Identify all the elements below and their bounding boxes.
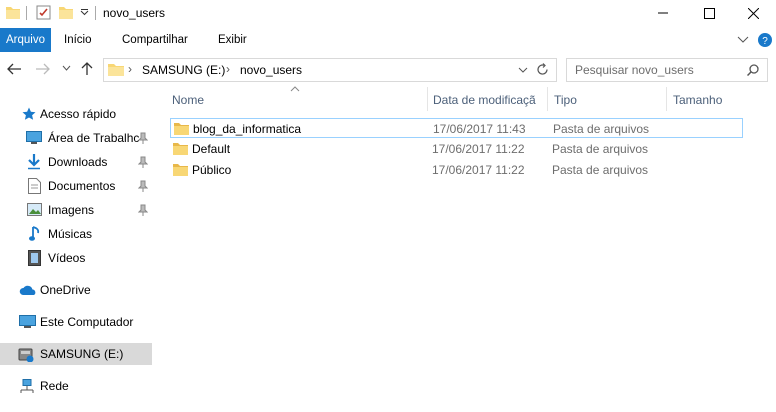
file-name: Default (192, 142, 231, 156)
column-header-data[interactable]: Data de modificaçã (433, 93, 545, 107)
sidebar-item-samsung-drive[interactable]: SAMSUNG (E:) (0, 343, 152, 365)
window-title: novo_users (103, 6, 166, 20)
properties-icon[interactable] (36, 5, 51, 20)
tab-arquivo[interactable]: Arquivo (0, 28, 51, 52)
close-button[interactable] (730, 0, 776, 26)
pin-icon[interactable] (138, 156, 148, 168)
sidebar-item-label: Área de Trabalhc (48, 131, 140, 145)
navigation-bar: › SAMSUNG (E:) › novo_users Pesquisar no… (0, 55, 776, 85)
network-icon (20, 379, 34, 393)
onedrive-icon (19, 285, 36, 295)
sidebar-item-area-de-trabalho[interactable]: Área de Trabalhc (0, 127, 152, 149)
expand-ribbon-icon[interactable] (737, 35, 749, 45)
sidebar-item-este-computador[interactable]: Este Computador (0, 311, 152, 333)
file-date: 17/06/2017 11:43 (433, 122, 526, 136)
sidebar-item-label: Músicas (48, 227, 93, 241)
sidebar-item-label: Vídeos (48, 251, 86, 265)
search-icon[interactable] (747, 64, 759, 76)
sidebar-item-label: Acesso rápido (40, 107, 117, 121)
minimize-button[interactable] (640, 0, 686, 26)
column-divider[interactable] (547, 87, 548, 111)
sidebar-item-label: Imagens (48, 203, 95, 217)
minimize-icon (658, 12, 668, 14)
tab-compartilhar[interactable]: Compartilhar (116, 28, 194, 52)
sidebar-item-imagens[interactable]: Imagens (0, 199, 152, 221)
star-icon (22, 107, 36, 120)
download-icon (28, 154, 40, 170)
computer-icon (19, 315, 36, 328)
sidebar-item-onedrive[interactable]: OneDrive (0, 279, 152, 301)
refresh-icon[interactable] (536, 63, 549, 76)
sidebar-item-acesso-rapido[interactable]: Acesso rápido (0, 103, 152, 125)
file-type: Pasta de arquivos (552, 142, 649, 156)
close-icon (747, 7, 759, 19)
sidebar-item-rede[interactable]: Rede (0, 375, 152, 397)
help-icon[interactable]: ? (757, 32, 773, 48)
pin-icon[interactable] (138, 204, 148, 216)
file-row-publico[interactable]: Público 17/06/2017 11:22 Pasta de arquiv… (170, 160, 743, 180)
address-bar[interactable]: › SAMSUNG (E:) › novo_users (103, 58, 557, 82)
sidebar-item-label: SAMSUNG (E:) (40, 347, 124, 361)
navigation-pane: Acesso rápido Área de Trabalhc Downloads… (0, 95, 152, 412)
sidebar-item-musicas[interactable]: Músicas (0, 223, 152, 245)
sidebar-item-downloads[interactable]: Downloads (0, 151, 152, 173)
sidebar-item-documentos[interactable]: Documentos (0, 175, 152, 197)
pin-icon[interactable] (138, 132, 148, 144)
back-arrow-icon[interactable] (6, 62, 22, 76)
tab-exibir[interactable]: Exibir (212, 28, 253, 52)
folder-icon[interactable] (6, 6, 20, 19)
breadcrumb-separator: › (226, 62, 230, 76)
folder-icon (173, 143, 188, 155)
videos-icon (28, 250, 41, 266)
pictures-icon (27, 203, 42, 216)
breadcrumb-folder[interactable]: novo_users (240, 63, 302, 77)
breadcrumb-drive[interactable]: SAMSUNG (E:) (142, 63, 225, 77)
search-input[interactable]: Pesquisar novo_users (575, 63, 694, 77)
documents-icon (28, 178, 41, 194)
svg-text:?: ? (762, 36, 768, 47)
column-header-tipo[interactable]: Tipo (554, 93, 577, 107)
up-arrow-icon[interactable] (80, 61, 94, 76)
breadcrumb-separator: › (128, 62, 132, 76)
folder-icon (108, 64, 124, 76)
tab-inicio[interactable]: Início (58, 28, 98, 52)
chevron-down-icon[interactable] (80, 9, 89, 17)
folder-icon (174, 123, 189, 135)
drive-icon (18, 348, 34, 362)
title-bar: novo_users (0, 0, 776, 26)
file-type: Pasta de arquivos (553, 122, 650, 136)
sidebar-item-label: Downloads (48, 155, 108, 169)
maximize-button[interactable] (686, 0, 732, 26)
column-divider[interactable] (427, 87, 428, 111)
file-name: blog_da_informatica (193, 122, 302, 136)
new-folder-icon[interactable] (59, 6, 73, 19)
file-date: 17/06/2017 11:22 (432, 142, 525, 156)
folder-icon (173, 164, 188, 176)
recent-locations-icon[interactable] (62, 65, 71, 72)
music-icon (29, 226, 40, 241)
search-box[interactable]: Pesquisar novo_users (566, 58, 768, 82)
column-header-nome[interactable]: Nome (172, 93, 204, 107)
sidebar-item-label: Rede (40, 379, 69, 393)
sidebar-item-label: OneDrive (40, 283, 91, 297)
file-row-blog-da-informatica[interactable]: blog_da_informatica 17/06/2017 11:43 Pas… (170, 118, 743, 138)
file-name: Público (192, 163, 232, 177)
sidebar-item-label: Documentos (48, 179, 116, 193)
pin-icon[interactable] (138, 180, 148, 192)
chevron-down-icon[interactable] (518, 67, 528, 74)
column-divider[interactable] (666, 87, 667, 111)
column-header-tamanho[interactable]: Tamanho (673, 93, 722, 107)
forward-arrow-icon[interactable] (35, 62, 51, 76)
sort-ascending-icon (290, 86, 300, 92)
file-date: 17/06/2017 11:22 (432, 163, 525, 177)
file-type: Pasta de arquivos (552, 163, 649, 177)
sidebar-item-videos[interactable]: Vídeos (0, 247, 152, 269)
desktop-icon (26, 131, 42, 144)
sidebar-item-label: Este Computador (40, 315, 134, 329)
ribbon-tabs: Arquivo Início Compartilhar Exibir ? (0, 28, 776, 52)
file-row-default[interactable]: Default 17/06/2017 11:22 Pasta de arquiv… (170, 139, 743, 159)
maximize-icon (703, 7, 715, 19)
